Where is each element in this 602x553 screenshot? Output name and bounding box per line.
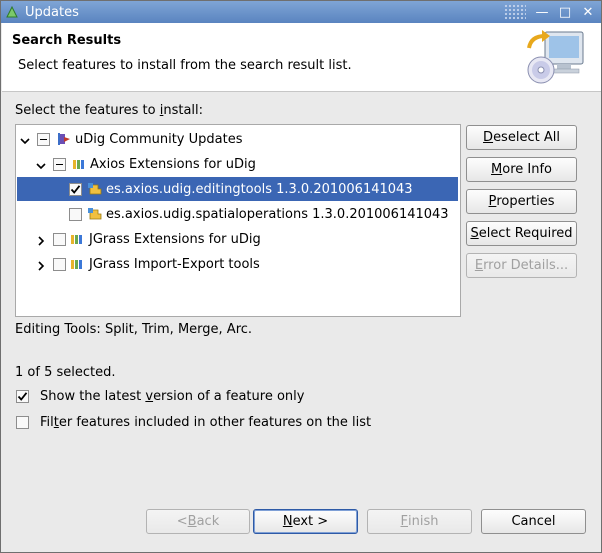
partial-checkbox[interactable]: [37, 133, 50, 146]
unchecked-checkbox[interactable]: [69, 208, 82, 221]
minimize-button[interactable]: —: [532, 3, 552, 21]
tree-item-label: JGrass Extensions for uDig: [89, 232, 261, 247]
tree-item-udig-community-updates[interactable]: uDig Community Updates: [16, 127, 460, 152]
select-required-button[interactable]: Select Required: [466, 221, 577, 246]
titlebar-grip-icon: [504, 4, 526, 20]
wizard-banner: Search Results Select features to instal…: [2, 23, 601, 92]
show-latest-version-option[interactable]: Show the latest version of a feature onl…: [16, 387, 304, 405]
feature-plugin-icon: [87, 206, 103, 222]
tree-label: Select the features to install:: [15, 103, 204, 118]
partial-checkbox[interactable]: [53, 158, 66, 171]
tree-item-jgrass-import-export[interactable]: JGrass Import-Export tools: [16, 252, 460, 277]
window-title: Updates: [25, 4, 79, 20]
tree-item-axios-extensions[interactable]: Axios Extensions for uDig: [16, 152, 460, 177]
next-button[interactable]: Next >: [253, 509, 358, 534]
collapse-arrow-icon[interactable]: [36, 260, 46, 271]
properties-button[interactable]: Properties: [466, 189, 577, 214]
feature-plugin-icon: [87, 181, 103, 197]
page-title: Search Results: [12, 33, 122, 48]
close-button[interactable]: ✕: [578, 3, 598, 21]
expand-arrow-icon[interactable]: [36, 160, 46, 170]
cancel-button[interactable]: Cancel: [481, 509, 586, 534]
update-site-icon: [56, 131, 72, 147]
deselect-all-button[interactable]: Deselect All: [466, 125, 577, 150]
tree-item-label: es.axios.udig.spatialoperations 1.3.0.20…: [106, 207, 449, 222]
selection-count: 1 of 5 selected.: [15, 365, 116, 380]
unchecked-checkbox[interactable]: [16, 415, 29, 429]
tree-item-jgrass-extensions[interactable]: JGrass Extensions for uDig: [16, 227, 460, 252]
expand-arrow-icon[interactable]: [20, 135, 30, 145]
maximize-button[interactable]: □: [555, 3, 575, 21]
category-icon: [72, 156, 88, 172]
app-icon: [5, 5, 19, 19]
checked-checkbox[interactable]: [16, 389, 29, 403]
tree-item-spatialoperations[interactable]: es.axios.udig.spatialoperations 1.3.0.20…: [16, 202, 460, 227]
tree-item-label: es.axios.udig.editingtools 1.3.0.2010061…: [106, 182, 413, 197]
features-tree[interactable]: uDig Community Updates Axios Extensions …: [15, 124, 461, 317]
collapse-arrow-icon[interactable]: [36, 235, 46, 246]
category-icon: [70, 231, 86, 247]
checked-checkbox[interactable]: [69, 183, 82, 196]
tree-item-editingtools[interactable]: es.axios.udig.editingtools 1.3.0.2010061…: [16, 177, 460, 202]
tree-item-label: uDig Community Updates: [75, 132, 243, 147]
page-description: Select features to install from the sear…: [18, 58, 352, 73]
updates-dialog: Updates — □ ✕ Search Results Select feat…: [0, 0, 602, 553]
tree-item-label: JGrass Import-Export tools: [89, 257, 260, 272]
tree-item-label: Axios Extensions for uDig: [90, 157, 256, 172]
category-icon: [70, 256, 86, 272]
finish-button[interactable]: Finish: [367, 509, 472, 534]
more-info-button[interactable]: More Info: [466, 157, 577, 182]
back-button[interactable]: < Back: [146, 509, 250, 534]
unchecked-checkbox[interactable]: [53, 258, 66, 271]
title-bar: Updates — □ ✕: [1, 1, 601, 23]
filter-included-features-option[interactable]: Filter features included in other featur…: [16, 413, 371, 431]
error-details-button[interactable]: Error Details...: [466, 253, 577, 278]
unchecked-checkbox[interactable]: [53, 233, 66, 246]
option-label: Filter features included in other featur…: [40, 414, 372, 430]
option-label: Show the latest version of a feature onl…: [40, 388, 305, 404]
install-wizard-icon: [525, 28, 587, 86]
feature-description: Editing Tools: Split, Trim, Merge, Arc.: [15, 322, 253, 337]
